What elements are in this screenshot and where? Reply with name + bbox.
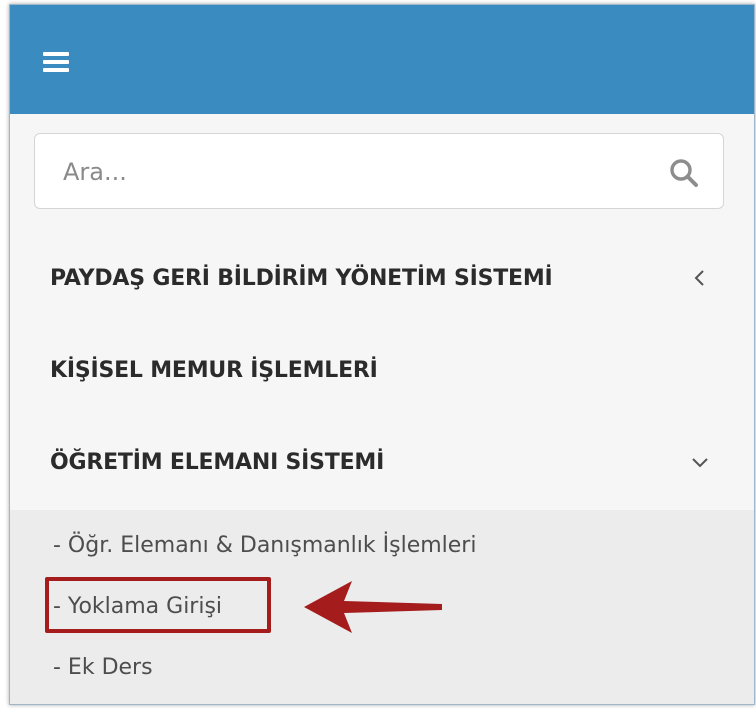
menu-item-label: KİŞİSEL MEMUR İŞLEMLERİ bbox=[50, 358, 378, 383]
annotation-arrow-icon bbox=[304, 581, 442, 633]
menu-item-label: ÖĞRETİM ELEMANI SİSTEMİ bbox=[50, 450, 385, 475]
chevron-left-icon bbox=[694, 270, 704, 286]
submenu-item-ek-ders[interactable]: - Ek Ders bbox=[53, 646, 153, 690]
menu-item-label: PAYDAŞ GERİ BİLDİRİM YÖNETİM SİSTEMİ bbox=[50, 266, 553, 291]
sidebar-frame: PAYDAŞ GERİ BİLDİRİM YÖNETİM SİSTEMİ KİŞ… bbox=[9, 4, 755, 705]
hamburger-menu-icon[interactable] bbox=[43, 52, 69, 72]
annotation-highlight-box bbox=[45, 577, 271, 633]
menu-item-kisisel-memur[interactable]: KİŞİSEL MEMUR İŞLEMLERİ bbox=[10, 326, 754, 416]
search-icon[interactable] bbox=[669, 158, 699, 188]
menu-item-paydas-geri-bildirim[interactable]: PAYDAŞ GERİ BİLDİRİM YÖNETİM SİSTEMİ bbox=[10, 234, 754, 324]
search-box bbox=[34, 133, 724, 210]
submenu-item-ogr-elemani-danismanlik[interactable]: - Öğr. Elemanı & Danışmanlık İşlemleri bbox=[53, 524, 476, 568]
chevron-down-icon bbox=[692, 458, 708, 468]
menu-item-ogretim-elemani[interactable]: ÖĞRETİM ELEMANI SİSTEMİ bbox=[10, 418, 754, 508]
top-bar bbox=[10, 5, 754, 114]
search-input[interactable] bbox=[61, 134, 645, 210]
